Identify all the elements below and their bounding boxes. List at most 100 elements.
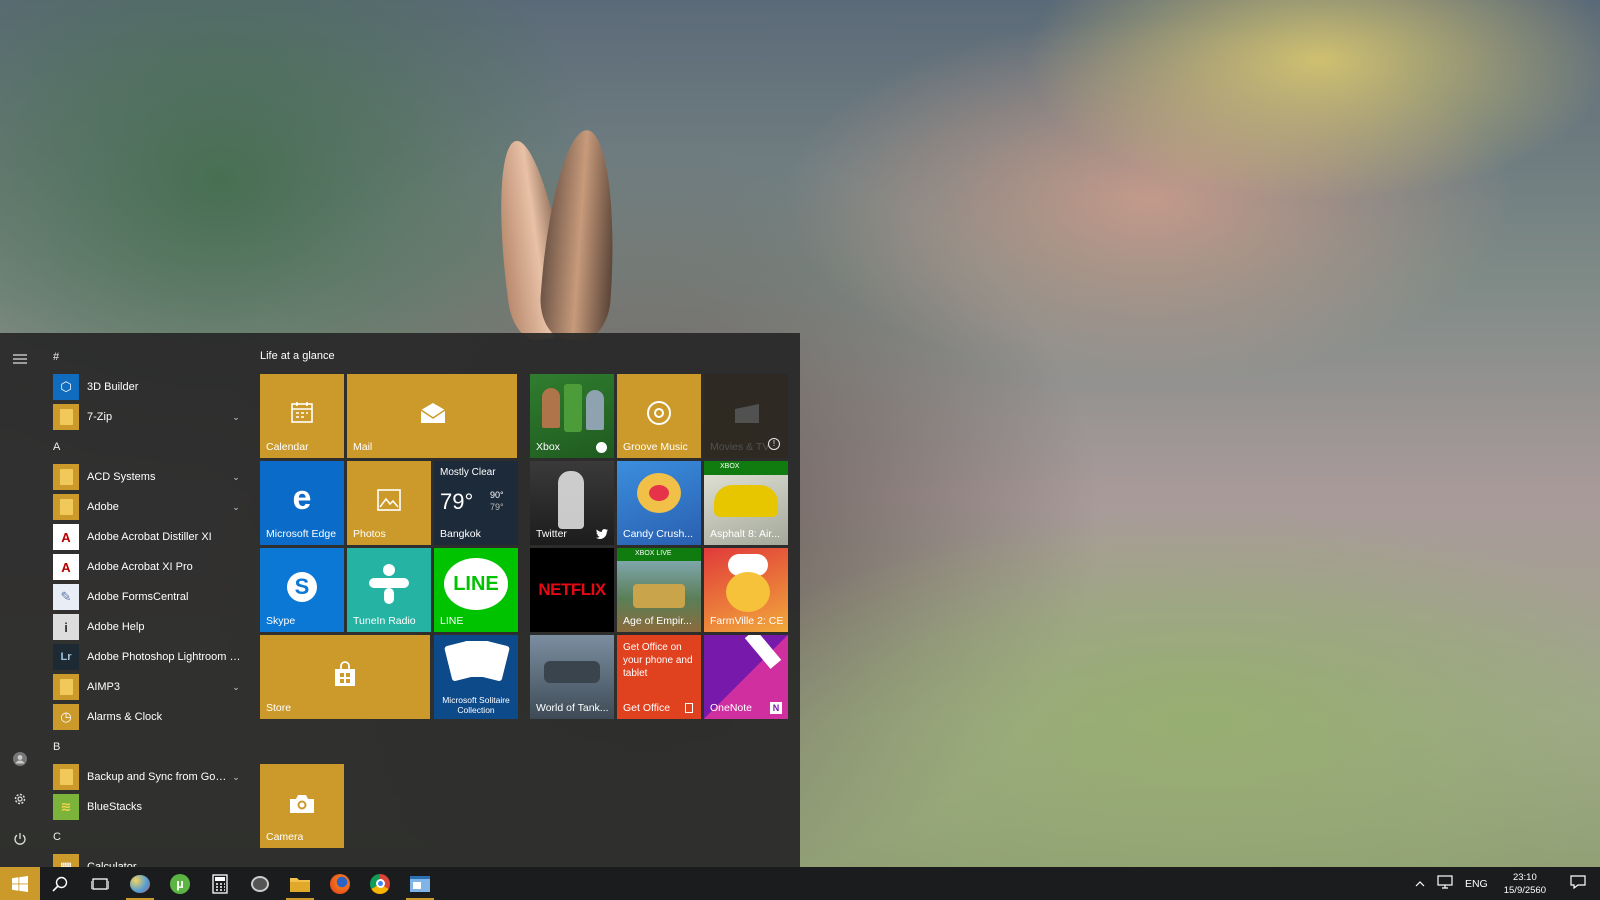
tile-candy-crush[interactable]: Candy Crush... <box>617 461 701 545</box>
tile-onenote[interactable]: OneNote N <box>704 635 788 719</box>
bluestacks-icon: ≋ <box>53 794 79 820</box>
tile-label: Twitter <box>536 528 567 540</box>
tile-camera[interactable]: Camera <box>260 764 344 848</box>
mail-icon <box>420 403 446 423</box>
settings-button[interactable] <box>0 781 40 817</box>
store-bag-icon <box>335 661 355 686</box>
tile-skype[interactable]: S Skype <box>260 548 344 632</box>
section-letter[interactable]: # <box>53 351 59 363</box>
app-list-item[interactable]: i Adobe Help <box>53 613 243 641</box>
language-indicator[interactable]: ENG <box>1459 878 1494 890</box>
edge-icon: e <box>292 479 312 517</box>
chevron-down-icon[interactable]: ⌄ <box>229 472 243 483</box>
app-list-item[interactable]: Adobe ⌄ <box>53 493 243 521</box>
taskbar-paint-app[interactable] <box>120 867 160 900</box>
tile-get-office[interactable]: Get Office on your phone and tablet Get … <box>617 635 701 719</box>
netflix-logo: NETFLIX <box>538 580 606 599</box>
tile-label: Skype <box>266 615 296 627</box>
app-label: ACD Systems <box>87 471 156 483</box>
acrobat-icon: A <box>53 524 79 550</box>
acrobat-icon: A <box>53 554 79 580</box>
tile-solitaire[interactable]: Microsoft Solitaire Collection <box>434 635 518 719</box>
app-list-item[interactable]: ▦ Calculator <box>53 853 243 867</box>
start-button[interactable] <box>0 867 40 900</box>
app-list-item[interactable]: ACD Systems ⌄ <box>53 463 243 491</box>
tile-age-of-empires[interactable]: XBOX LIVE Age of Empir... <box>617 548 701 632</box>
tile-photos[interactable]: Photos <box>347 461 431 545</box>
forms-icon: ✎ <box>53 584 79 610</box>
taskbar-utorrent-app[interactable]: µ <box>160 867 200 900</box>
folder-icon <box>53 764 79 790</box>
app-list-item[interactable]: A Adobe Acrobat XI Pro <box>53 553 243 581</box>
tile-world-of-tanks[interactable]: World of Tank... <box>530 635 614 719</box>
folder-icon <box>53 494 79 520</box>
xbox-live-badge: XBOX LIVE <box>617 548 701 561</box>
tile-mail[interactable]: Mail <box>347 374 517 458</box>
taskbar-chrome[interactable] <box>360 867 400 900</box>
tile-twitter[interactable]: Twitter <box>530 461 614 545</box>
tile-store[interactable]: Store <box>260 635 430 719</box>
app-label: Adobe Acrobat Distiller XI <box>87 531 212 543</box>
tile-groove-music[interactable]: Groove Music <box>617 374 701 458</box>
taskbar-file-explorer[interactable] <box>280 867 320 900</box>
film-clapper-icon <box>735 404 759 423</box>
taskbar-remote-app[interactable] <box>240 867 280 900</box>
app-list-item[interactable]: A Adobe Acrobat Distiller XI <box>53 523 243 551</box>
app-list-item[interactable]: Lr Adobe Photoshop Lightroom 5.7... <box>53 643 243 671</box>
clock[interactable]: 23:10 15/9/2560 <box>1494 871 1556 897</box>
3d-builder-icon: ⬡ <box>53 374 79 400</box>
chevron-down-icon[interactable]: ⌄ <box>229 502 243 513</box>
chevron-down-icon[interactable]: ⌄ <box>229 682 243 693</box>
tile-farmville[interactable]: FarmVille 2: CE <box>704 548 788 632</box>
tile-movies-tv[interactable]: Movies & TV ! <box>704 374 788 458</box>
clock-time: 23:10 <box>1512 871 1537 883</box>
skype-icon: S <box>287 572 317 602</box>
paint-palette-icon <box>130 874 150 893</box>
task-view-button[interactable] <box>80 867 120 900</box>
tile-label: Photos <box>353 528 386 540</box>
app-window-icon <box>410 875 430 892</box>
app-list-item[interactable]: ✎ Adobe FormsCentral <box>53 583 243 611</box>
action-center-button[interactable] <box>1556 875 1600 892</box>
tile-tunein-radio[interactable]: TuneIn Radio <box>347 548 431 632</box>
app-list-item[interactable]: ≋ BlueStacks <box>53 793 243 821</box>
info-icon: i <box>53 614 79 640</box>
user-account-button[interactable] <box>0 741 40 777</box>
chevron-down-icon[interactable]: ⌄ <box>229 412 243 423</box>
network-button[interactable] <box>1431 875 1459 892</box>
app-list-item[interactable]: 7-Zip ⌄ <box>53 403 243 431</box>
app-list[interactable]: # ⬡ 3D Builder 7-Zip ⌄ A ACD Systems ⌄ Adobe ⌄ A Ad… <box>40 333 250 867</box>
taskbar-calculator-app[interactable] <box>200 867 240 900</box>
show-hidden-icons-button[interactable] <box>1409 878 1431 890</box>
section-letter[interactable]: B <box>53 741 60 753</box>
gear-icon <box>14 793 26 805</box>
tile-label: Microsoft Solitaire Collection <box>442 695 510 715</box>
taskbar: µ ENG 23:10 15/9/2560 <box>0 867 1600 900</box>
tile-label: Movies & TV <box>710 441 770 453</box>
tile-weather[interactable]: Mostly Clear 79° 90° 79° Bangkok <box>434 461 518 545</box>
taskbar-window-app[interactable] <box>400 867 440 900</box>
tile-label: Mail <box>353 441 373 453</box>
app-list-item[interactable]: ◷ Alarms & Clock <box>53 703 243 731</box>
taskbar-firefox[interactable] <box>320 867 360 900</box>
task-view-icon <box>91 877 109 890</box>
tile-calendar[interactable]: Calendar <box>260 374 344 458</box>
search-button[interactable] <box>40 867 80 900</box>
hamburger-menu-button[interactable] <box>0 341 40 377</box>
power-button[interactable] <box>0 821 40 857</box>
chevron-down-icon[interactable]: ⌄ <box>229 772 243 783</box>
tile-line[interactable]: LINE LINE <box>434 548 518 632</box>
tile-microsoft-edge[interactable]: e Microsoft Edge <box>260 461 344 545</box>
photos-icon <box>377 489 401 511</box>
tile-label: Groove Music <box>623 441 688 453</box>
section-letter[interactable]: C <box>53 831 61 843</box>
section-letter[interactable]: A <box>53 441 60 453</box>
app-list-item[interactable]: ⬡ 3D Builder <box>53 373 243 401</box>
app-list-item[interactable]: Backup and Sync from Google ⌄ <box>53 763 243 791</box>
tile-xbox[interactable]: Xbox <box>530 374 614 458</box>
app-label: Adobe FormsCentral <box>87 591 189 603</box>
app-list-item[interactable]: AIMP3 ⌄ <box>53 673 243 701</box>
chat-bubble-icon <box>251 875 269 892</box>
tile-asphalt-8[interactable]: XBOX Asphalt 8: Air... <box>704 461 788 545</box>
tile-netflix[interactable]: NETFLIX <box>530 548 614 632</box>
